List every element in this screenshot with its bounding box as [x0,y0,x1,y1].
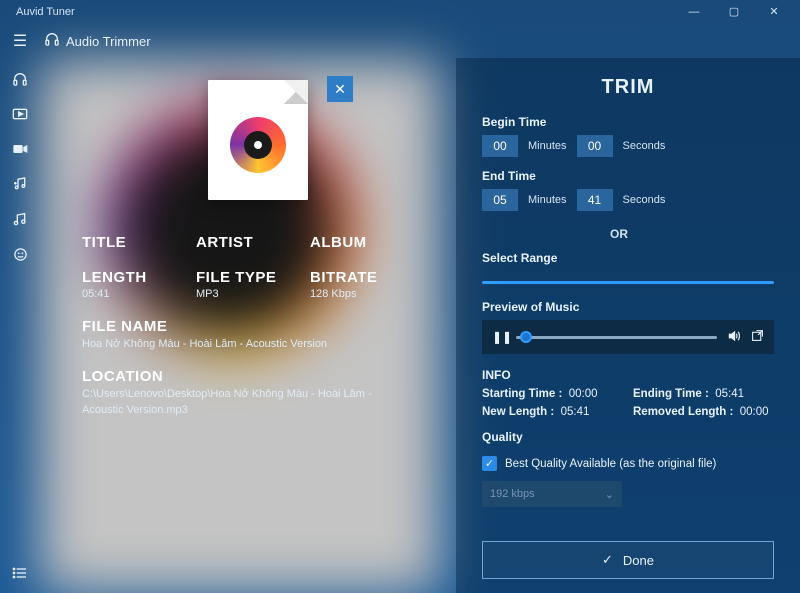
meta-artist-label: ARTIST [196,234,286,251]
minutes-label: Minutes [528,140,567,152]
page-title: Audio Trimmer [66,34,151,49]
remove-file-button[interactable]: ✕ [327,76,353,102]
seconds-label: Seconds [623,140,666,152]
begin-time-label: Begin Time [482,115,774,129]
meta-location-value: C:\Users\Lenovo\Desktop\Hoa Nở Không Màu… [82,387,412,418]
sidebar-item-video[interactable] [0,105,40,122]
file-details-pane: ✕ TITLE ARTIST ALBUM LENGTH 05:41 FILE T… [40,58,456,593]
quality-select: 192 kbps ⌄ [482,481,622,507]
app-title: Auvid Tuner [6,6,674,18]
meta-length-value: 05:41 [82,288,172,300]
done-label: Done [623,553,654,568]
sidebar [0,58,40,593]
quality-label: Quality [482,430,774,444]
meta-bitrate-value: 128 Kbps [310,288,400,300]
or-separator: OR [610,227,628,241]
check-icon: ✓ [602,552,613,568]
end-time-label: End Time [482,169,774,183]
begin-seconds-input[interactable]: 00 [577,135,613,157]
starting-time: Starting Time : 00:00 [482,388,623,400]
meta-length-label: LENGTH [82,269,172,286]
range-slider[interactable] [482,281,774,284]
sidebar-item-record[interactable] [0,140,40,157]
seconds-label: Seconds [623,194,666,206]
popout-icon[interactable] [751,329,764,345]
trim-panel: TRIM Begin Time 00 Minutes 00 Seconds En… [456,58,800,593]
preview-seek-slider[interactable] [516,336,717,339]
sidebar-item-music[interactable] [0,210,40,227]
chevron-down-icon: ⌄ [605,488,614,501]
meta-filename-label: FILE NAME [82,318,434,335]
sidebar-item-transfer[interactable] [0,175,40,192]
pause-button[interactable]: ❚❚ [492,330,506,344]
page-header: ☰ Audio Trimmer [0,24,800,58]
preview-label: Preview of Music [482,300,774,314]
meta-location-label: LOCATION [82,368,434,385]
begin-minutes-input[interactable]: 00 [482,135,518,157]
best-quality-label: Best Quality Available (as the original … [505,458,716,470]
volume-icon[interactable] [727,329,741,346]
sidebar-item-list[interactable] [0,564,40,581]
select-range-label: Select Range [482,251,774,265]
sidebar-item-feedback[interactable] [0,245,40,262]
window-minimize-button[interactable]: — [674,0,714,24]
new-length: New Length : 05:41 [482,406,623,418]
done-button[interactable]: ✓ Done [482,541,774,579]
removed-length: Removed Length : 00:00 [633,406,774,418]
trim-title: TRIM [482,76,774,99]
meta-filename-value: Hoa Nở Không Màu - Hoài Lâm - Acoustic V… [82,337,412,352]
info-heading: INFO [482,368,774,382]
sidebar-item-audio[interactable] [0,70,40,87]
meta-album-label: ALBUM [310,234,400,251]
file-thumbnail [208,80,308,200]
meta-title-label: TITLE [82,234,172,251]
preview-player: ❚❚ [482,320,774,354]
meta-filetype-label: FILE TYPE [196,269,286,286]
meta-bitrate-label: BITRATE [310,269,400,286]
best-quality-checkbox[interactable]: ✓ [482,456,497,471]
window-maximize-button[interactable]: ▢ [714,0,754,24]
headphones-icon [40,31,64,52]
minutes-label: Minutes [528,194,567,206]
music-disc-icon [230,117,286,173]
menu-toggle-button[interactable]: ☰ [0,31,40,51]
end-seconds-input[interactable]: 41 [577,189,613,211]
end-minutes-input[interactable]: 05 [482,189,518,211]
meta-filetype-value: MP3 [196,288,286,300]
ending-time: Ending Time : 05:41 [633,388,774,400]
window-close-button[interactable]: ✕ [754,0,794,24]
titlebar: Auvid Tuner — ▢ ✕ [0,0,800,24]
